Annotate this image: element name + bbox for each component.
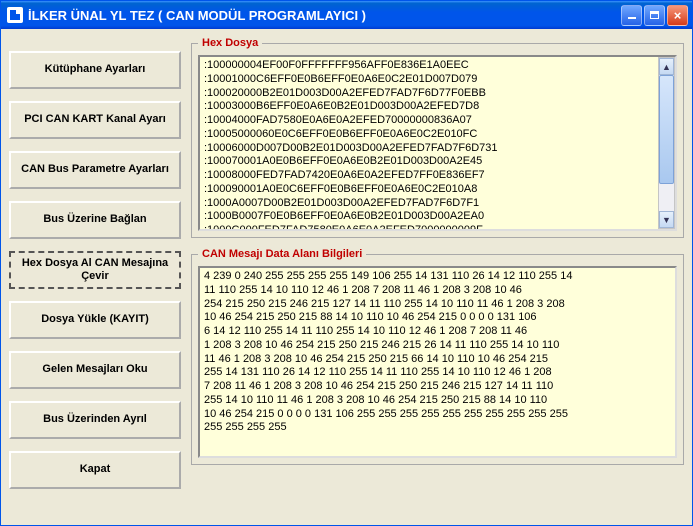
close-button[interactable]: × [667, 5, 688, 26]
scroll-track[interactable] [659, 75, 674, 211]
sidebar-button-2[interactable]: CAN Bus Parametre Ayarları [9, 151, 181, 189]
sidebar-button-7[interactable]: Bus Üzerinden Ayrıl [9, 401, 181, 439]
window-title: İLKER ÜNAL YL TEZ ( CAN MODÜL PROGRAMLAY… [28, 8, 621, 23]
titlebar: İLKER ÜNAL YL TEZ ( CAN MODÜL PROGRAMLAY… [1, 1, 692, 29]
hex-scrollbar[interactable]: ▲ ▼ [658, 57, 675, 229]
can-data-panel: CAN Mesajı Data Alanı Bilgileri 4 239 0 … [191, 248, 684, 465]
scroll-down-icon[interactable]: ▼ [659, 211, 674, 228]
sidebar-button-4[interactable]: Hex Dosya Al CAN Mesajına Çevir [9, 251, 181, 289]
sidebar-button-3[interactable]: Bus Üzerine Bağlan [9, 201, 181, 239]
can-data-textbox[interactable]: 4 239 0 240 255 255 255 255 149 106 255 … [198, 266, 677, 458]
sidebar-button-5[interactable]: Dosya Yükle (KAYIT) [9, 301, 181, 339]
hex-file-panel: Hex Dosya :100000004EF00F0FFFFFFF956AFF0… [191, 37, 684, 238]
can-data-legend: CAN Mesajı Data Alanı Bilgileri [198, 248, 366, 260]
sidebar-button-0[interactable]: Kütüphane Ayarları [9, 51, 181, 89]
scroll-up-icon[interactable]: ▲ [659, 58, 674, 75]
maximize-button[interactable] [644, 5, 665, 26]
app-icon [7, 7, 23, 23]
scroll-thumb[interactable] [659, 75, 674, 184]
sidebar-button-1[interactable]: PCI CAN KART Kanal Ayarı [9, 101, 181, 139]
sidebar-button-6[interactable]: Gelen Mesajları Oku [9, 351, 181, 389]
hex-file-textbox[interactable]: :100000004EF00F0FFFFFFF956AFF0E836E1A0EE… [198, 55, 677, 231]
minimize-button[interactable] [621, 5, 642, 26]
sidebar: Kütüphane Ayarları PCI CAN KART Kanal Aya… [9, 37, 181, 517]
sidebar-button-8[interactable]: Kapat [9, 451, 181, 489]
hex-file-legend: Hex Dosya [198, 37, 262, 49]
